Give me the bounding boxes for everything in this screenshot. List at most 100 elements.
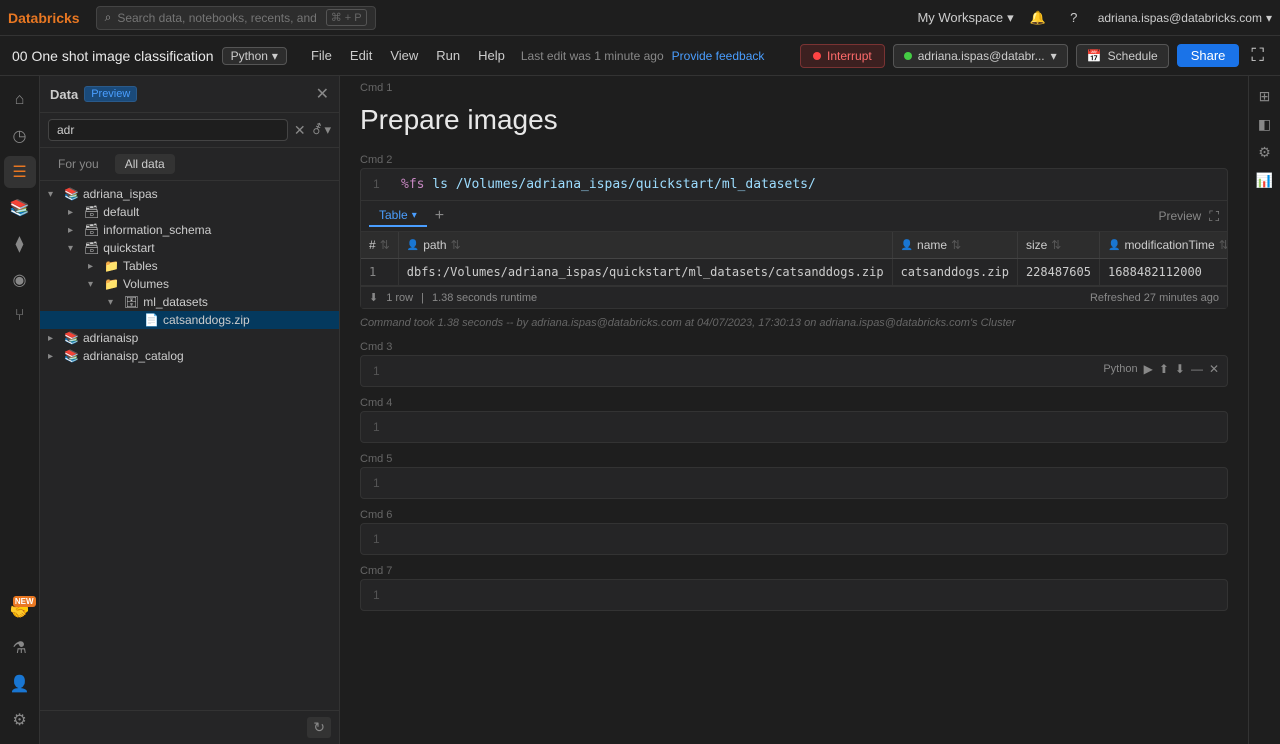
filter-button[interactable]: ⚦ ▾ [312, 122, 331, 138]
expand-button[interactable]: ⛶ [1247, 41, 1268, 70]
search-input[interactable] [117, 11, 319, 25]
close-cell-button[interactable]: ✕ [1209, 362, 1219, 376]
help-icon[interactable]: ? [1062, 6, 1086, 30]
search-bar[interactable]: ⌕ ⌘ + P [96, 6, 376, 30]
sidebar-item-recent[interactable]: ◷ [4, 120, 36, 152]
sidebar-item-new[interactable]: 🤝NEW [4, 596, 36, 628]
sidebar-item-compute[interactable]: ◉ [4, 264, 36, 296]
person-col-icon: 👤 [407, 240, 419, 251]
tree-node-default[interactable]: ▸ 🗃 default [40, 203, 339, 221]
search-icon: ⌕ [105, 10, 112, 25]
notebar-actions: Interrupt adriana.ispas@databr... ▾ 📅 Sc… [800, 41, 1268, 70]
cmd-1-label: Cmd 1 [360, 76, 1228, 96]
col-sort-icon[interactable]: ⇅ [951, 238, 961, 252]
cmd-7-label: Cmd 7 [360, 559, 1228, 579]
right-sidebar-icon-1[interactable]: ⊞ [1253, 84, 1277, 108]
schedule-button[interactable]: 📅 Schedule [1076, 44, 1169, 68]
tree-node-catsanddogs[interactable]: 📄 catsanddogs.zip [40, 311, 339, 329]
sidebar-item-workflows[interactable]: ⧫ [4, 228, 36, 260]
tree-node-adrianaisp[interactable]: ▸ 📚 adrianaisp [40, 329, 339, 347]
tree-node-information-schema[interactable]: ▸ 🗃 information_schema [40, 221, 339, 239]
data-panel: Data Preview ✕ ✕ ⚦ ▾ For you All data ▾ … [40, 76, 340, 744]
menu-bar: File Edit View Run Help [303, 44, 513, 67]
tree-node-adriana-ispas[interactable]: ▾ 📚 adriana_ispas [40, 185, 339, 203]
chevron-down-icon: ▾ [272, 49, 278, 63]
cmd-2-meta: Command took 1.38 seconds -- by adriana.… [360, 313, 1228, 335]
data-panel-tabs: For you All data [40, 148, 339, 181]
col-sort-icon[interactable]: ⇅ [1051, 238, 1061, 252]
run-menu[interactable]: Run [428, 44, 468, 67]
last-edit-label[interactable]: Last edit was 1 minute ago [521, 49, 664, 63]
run-button[interactable]: ▶ [1144, 362, 1153, 376]
help-menu[interactable]: Help [470, 44, 513, 67]
notebook-area: Cmd 1 Prepare images Cmd 2 1 %fs ls /Vol… [340, 76, 1248, 744]
feedback-link[interactable]: Provide feedback [672, 49, 765, 63]
preview-link[interactable]: Preview [1159, 209, 1202, 223]
col-header-size: size ⇅ [1017, 232, 1099, 259]
notebook-title: 00 One shot image classification [12, 48, 214, 64]
table-footer: ⬇ 1 row | 1.38 seconds runtime Refreshed… [361, 286, 1227, 308]
line-number: 1 [373, 420, 389, 434]
tab-table[interactable]: Table ▾ [369, 205, 427, 227]
expand-output-icon[interactable]: ⛶ [1209, 208, 1219, 225]
sidebar-item-home[interactable]: ⌂ [4, 84, 36, 116]
run-below-button[interactable]: ⬇ [1175, 362, 1185, 376]
notebook-heading: Prepare images [360, 104, 1228, 136]
tree-label: adrianaisp_catalog [83, 349, 331, 363]
col-sort-icon[interactable]: ⇅ [380, 238, 390, 252]
run-above-button[interactable]: ⬆ [1159, 362, 1169, 376]
cluster-status-dot [904, 52, 912, 60]
preview-badge: Preview [84, 86, 137, 102]
edit-menu[interactable]: Edit [342, 44, 380, 67]
notifications-icon[interactable]: 🔔 [1026, 6, 1050, 30]
tab-all-data[interactable]: All data [115, 154, 175, 174]
sidebar-item-experiments[interactable]: ⚗ [4, 632, 36, 664]
view-menu[interactable]: View [382, 44, 426, 67]
right-sidebar-icon-4[interactable]: 📊 [1253, 168, 1277, 192]
right-sidebar-icon-3[interactable]: ⚙ [1253, 140, 1277, 164]
chevron-down-icon: ▾ [412, 210, 417, 221]
tree-node-tables[interactable]: ▸ 📁 Tables [40, 257, 339, 275]
workspace-dropdown[interactable]: My Workspace ▾ [917, 10, 1013, 26]
col-sort-icon[interactable]: ⇅ [451, 238, 461, 252]
sidebar-item-people[interactable]: 👤 [4, 668, 36, 700]
cmd-4-label: Cmd 4 [360, 391, 1228, 411]
tree-node-ml-datasets[interactable]: ▾ 🗄 ml_datasets [40, 293, 339, 311]
cluster-user-dropdown[interactable]: adriana.ispas@databr... ▾ [893, 44, 1068, 68]
sidebar-item-data[interactable]: ☰ [4, 156, 36, 188]
folder-icon: 📁 [104, 277, 119, 291]
tree-label: ml_datasets [143, 295, 331, 309]
tree-node-volumes[interactable]: ▾ 📁 Volumes [40, 275, 339, 293]
user-menu[interactable]: adriana.ispas@databricks.com ▾ [1098, 11, 1272, 25]
catalog-icon: 📚 [64, 349, 79, 363]
col-sort-icon[interactable]: ⇅ [1219, 238, 1227, 252]
chevron-down-icon: ▾ [1266, 11, 1272, 25]
tree-node-quickstart[interactable]: ▾ 🗃 quickstart [40, 239, 339, 257]
download-icon[interactable]: ⬇ [369, 291, 378, 304]
tab-for-you[interactable]: For you [48, 154, 109, 174]
cell-5: 1 [360, 467, 1228, 499]
sidebar-item-git[interactable]: ⑂ [4, 300, 36, 332]
tree-node-adrianaisp-catalog[interactable]: ▸ 📚 adrianaisp_catalog [40, 347, 339, 365]
language-selector[interactable]: Python ▾ [222, 47, 287, 65]
close-icon[interactable]: ✕ [316, 84, 329, 104]
search-clear-icon[interactable]: ✕ [294, 122, 306, 139]
file-menu[interactable]: File [303, 44, 340, 67]
main-layout: ⌂ ◷ ☰ 📚 ⧫ ◉ ⑂ 🤝NEW ⚗ 👤 ⚙ Data Preview ✕ … [0, 76, 1280, 744]
col-label: # [369, 238, 376, 252]
add-output-tab[interactable]: + [435, 207, 444, 225]
cell-5-content: 1 [361, 468, 1227, 498]
sidebar-item-catalog[interactable]: 📚 [4, 192, 36, 224]
right-sidebar-icon-2[interactable]: ◧ [1253, 112, 1277, 136]
sidebar-item-settings[interactable]: ⚙ [4, 704, 36, 736]
data-panel-title: Data [50, 87, 78, 102]
tree-label: quickstart [103, 241, 331, 255]
chevron-down-icon: ▾ [1051, 49, 1057, 63]
share-button[interactable]: Share [1177, 44, 1240, 67]
data-search-input[interactable] [48, 119, 288, 141]
cell-options-button[interactable]: — [1191, 362, 1203, 376]
output-table: # ⇅ 👤 path ⇅ [361, 232, 1227, 286]
panel-expand-button[interactable]: ↻ [307, 717, 331, 738]
interrupt-button[interactable]: Interrupt [800, 44, 885, 68]
chevron-right-icon: ▸ [68, 225, 80, 236]
